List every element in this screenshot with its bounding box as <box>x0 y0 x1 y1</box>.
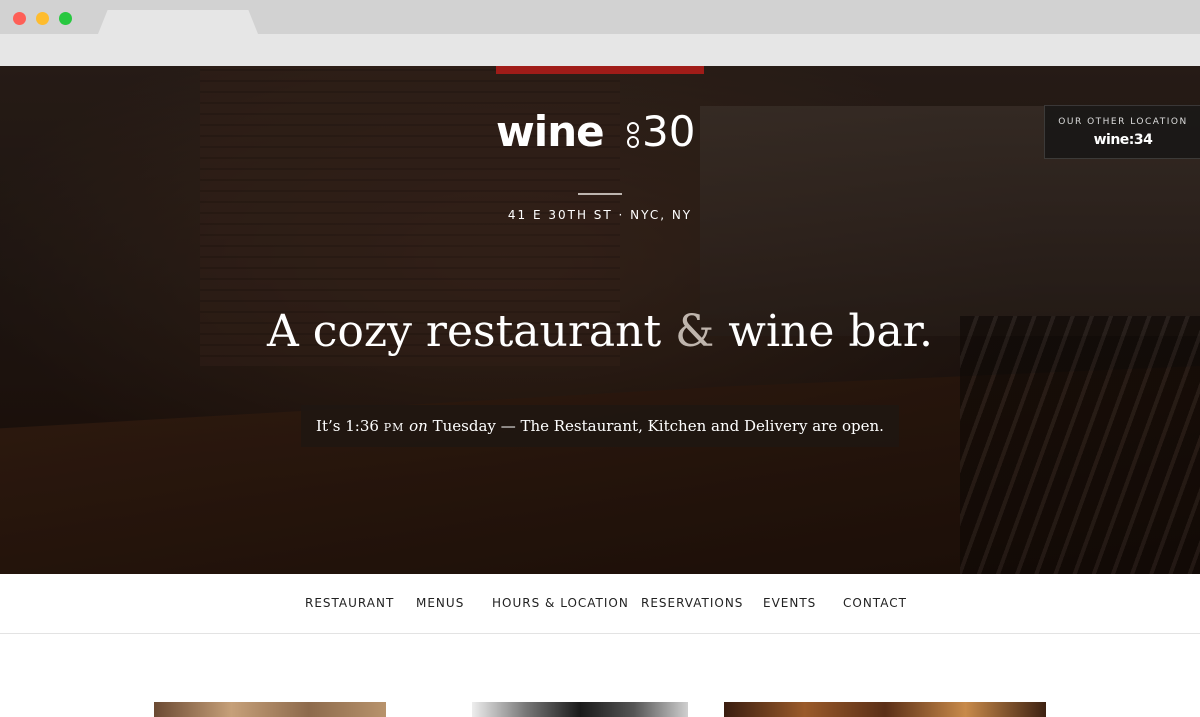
browser-tab[interactable] <box>98 10 258 34</box>
nav-item-reservations[interactable]: RESERVATIONS <box>641 574 743 633</box>
gallery-image[interactable] <box>724 702 1046 717</box>
divider <box>578 193 622 195</box>
nav-item-menus[interactable]: MENUS <box>416 574 464 633</box>
nav-item-contact[interactable]: CONTACT <box>843 574 907 633</box>
browser-chrome <box>0 0 1200 66</box>
logo-number: 30 <box>642 107 696 156</box>
status-ampm: PM <box>383 421 405 434</box>
nav-item-hours-location[interactable]: HOURS & LOCATION <box>492 574 629 633</box>
nav-item-events[interactable]: EVENTS <box>763 574 816 633</box>
main-navigation: RESTAURANT MENUS HOURS & LOCATION RESERV… <box>0 574 1200 634</box>
minimize-window-button[interactable] <box>36 12 49 25</box>
maximize-window-button[interactable] <box>59 12 72 25</box>
nav-item-restaurant[interactable]: RESTAURANT <box>305 574 394 633</box>
gallery-image[interactable] <box>472 702 688 717</box>
close-window-button[interactable] <box>13 12 26 25</box>
open-status-banner: It’s 1:36 PM on Tuesday — The Restaurant… <box>301 405 899 447</box>
status-on: on <box>409 417 428 435</box>
logo-word: wine <box>496 107 605 156</box>
open-status-text: It’s 1:36 PM on Tuesday — The Restaurant… <box>301 405 899 449</box>
other-location-link[interactable]: OUR OTHER LOCATION wine:34 <box>1044 105 1200 159</box>
status-day: Tuesday <box>432 417 496 435</box>
accent-bar <box>496 66 704 74</box>
hero-section: wine 30 41 E 30TH ST · NYC, NY OUR OTHER… <box>0 66 1200 574</box>
address-bar[interactable] <box>0 34 1200 66</box>
hero-headline: A cozy restaurant & wine bar. <box>0 304 1200 360</box>
site-logo[interactable]: wine 30 <box>496 110 706 154</box>
headline-ampersand: & <box>675 306 715 357</box>
headline-part2: wine bar. <box>728 306 933 357</box>
status-time: It’s 1:36 <box>316 417 379 435</box>
other-location-logo: wine:34 <box>1093 132 1153 148</box>
headline-part1: A cozy restaurant <box>267 306 662 357</box>
status-message: — The Restaurant, Kitchen and Delivery a… <box>500 417 884 435</box>
logo-colon-icon <box>626 116 640 148</box>
address: 41 E 30TH ST · NYC, NY <box>507 208 693 222</box>
gallery-image[interactable] <box>154 702 386 717</box>
other-location-label: OUR OTHER LOCATION <box>1058 117 1188 127</box>
nav-list: RESTAURANT MENUS HOURS & LOCATION RESERV… <box>0 574 1200 633</box>
